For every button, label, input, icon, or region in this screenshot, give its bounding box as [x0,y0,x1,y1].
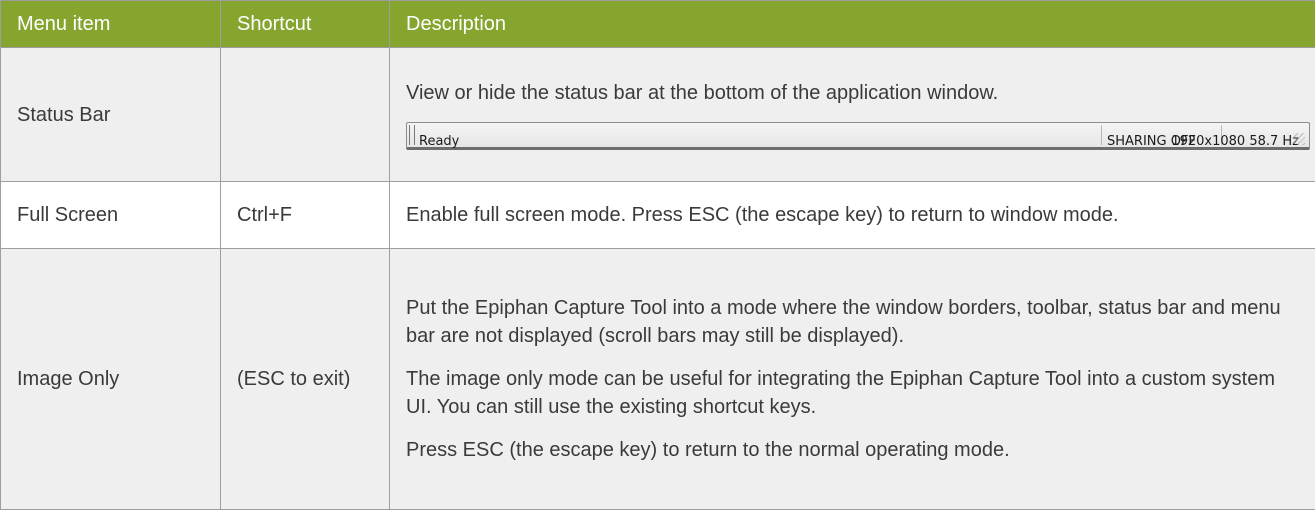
menu-item-cell: Image Only [0,248,221,510]
description-cell: View or hide the status bar at the botto… [389,47,1315,182]
description-text: Put the Epiphan Capture Tool into a mode… [406,297,1281,347]
table-header-row: Menu item Shortcut Description [0,0,1315,48]
menu-item-cell: Full Screen [0,181,221,249]
description-text: The image only mode can be useful for in… [406,368,1276,418]
description-cell: Put the Epiphan Capture Tool into a mode… [389,248,1315,510]
table-row: Image Only (ESC to exit) Put the Epiphan… [0,248,1315,510]
shortcut-cell: (ESC to exit) [220,248,390,510]
header-shortcut: Shortcut [220,0,390,48]
status-bar-screenshot: Ready SHARING OFF 1920x1080 58.7 Hz [406,122,1310,150]
menu-item-cell: Status Bar [0,47,221,182]
status-ready-text: Ready [419,134,460,149]
table-row: Full Screen Ctrl+F Enable full screen mo… [0,181,1315,249]
description-text: Press ESC (the escape key) to return to … [406,439,1010,461]
status-bar-edge [409,125,415,145]
description-text: Enable full screen mode. Press ESC (the … [406,204,1119,226]
table-row: Status Bar View or hide the status bar a… [0,47,1315,182]
status-resolution-text: 1920x1080 58.7 Hz [1171,134,1299,149]
shortcut-cell [220,47,390,182]
description-text: View or hide the status bar at the botto… [406,82,999,104]
description-cell: Enable full screen mode. Press ESC (the … [389,181,1315,249]
header-menu-item: Menu item [0,0,221,48]
shortcut-cell: Ctrl+F [220,181,390,249]
menu-items-table: Menu item Shortcut Description Status Ba… [0,0,1315,510]
header-description: Description [389,0,1315,48]
resize-grip-icon [1293,133,1305,145]
